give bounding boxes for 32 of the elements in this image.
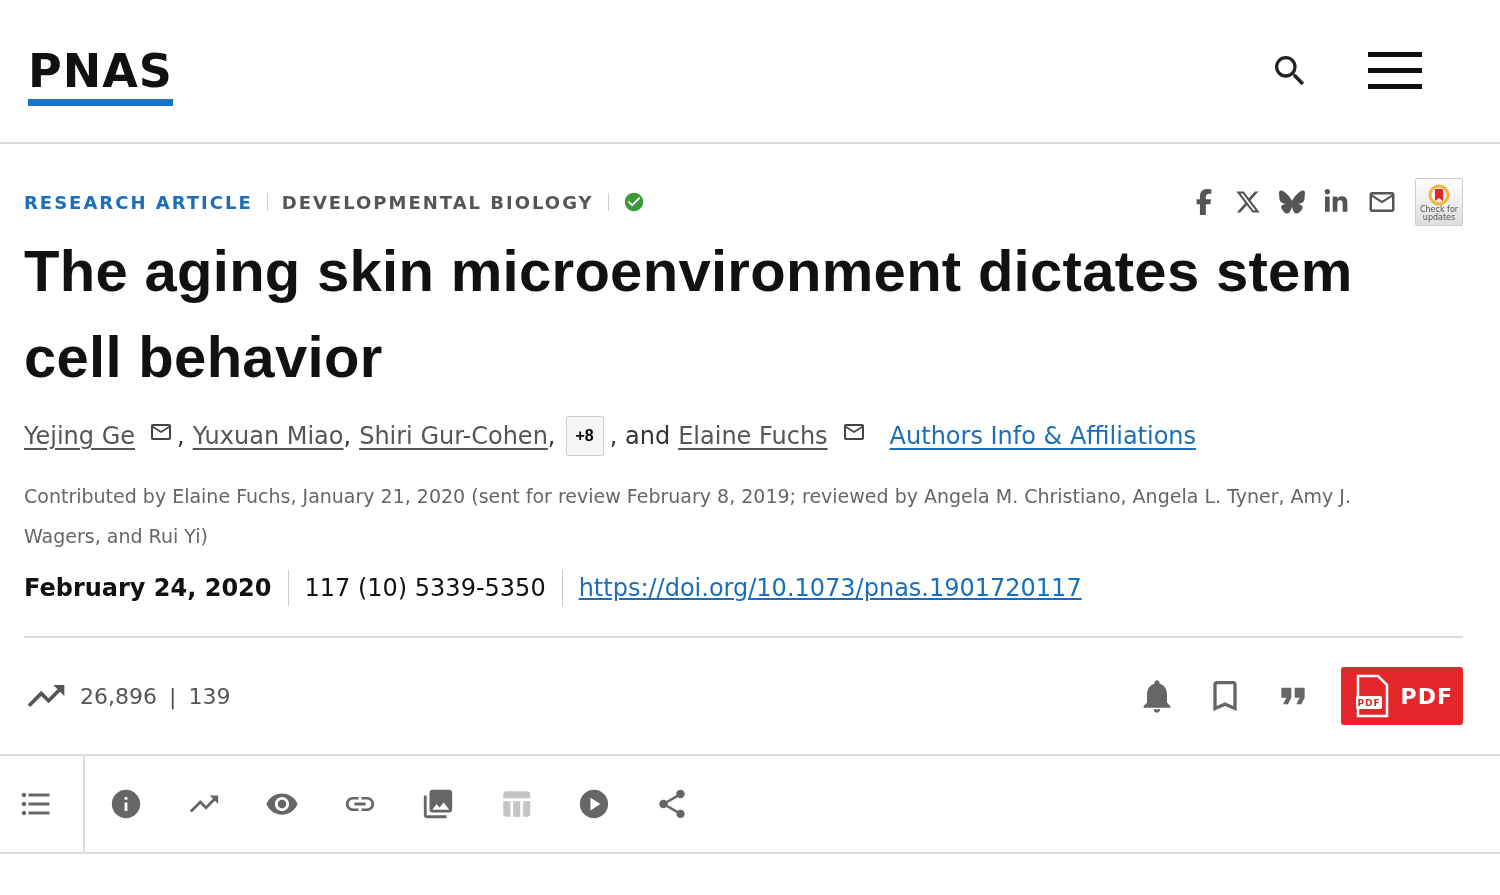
affiliations-link[interactable]: Authors Info & Affiliations: [889, 422, 1197, 450]
conjunction-text: , and: [609, 422, 671, 450]
author-link[interactable]: Elaine Fuchs: [678, 422, 828, 450]
x-icon[interactable]: [1235, 189, 1261, 215]
publication-date: February 24, 2020: [24, 573, 273, 604]
contribution-note: Contributed by Elaine Fuchs, January 21, 2020 (sent for review February 8, 2019; reviewed by Angela M. Christiano, Angela L. Tyner, Amy J. Wagers, and Rui Yi): [24, 484, 1352, 549]
images-icon[interactable]: [421, 787, 455, 821]
author-link[interactable]: Yuxuan Miao: [192, 422, 344, 450]
separator-text: |: [169, 683, 177, 709]
more-authors-button[interactable]: +8: [565, 416, 604, 456]
pdf-button[interactable]: PDF PDF: [1340, 667, 1463, 725]
author-link[interactable]: Shiri Gur-Cohen: [359, 422, 548, 450]
view-count: 26,896: [80, 683, 157, 709]
article-type-link[interactable]: RESEARCH ARTICLE: [24, 191, 253, 213]
article-title: The aging skin microenvironment dictates stem cell behavior: [24, 237, 1354, 391]
comma-separator: ,: [547, 422, 556, 450]
linkedin-icon[interactable]: [1323, 189, 1349, 215]
doi-link[interactable]: https://doi.org/10.1073/pnas.1901720117: [561, 570, 1098, 606]
comma-separator: ,: [177, 422, 185, 450]
menu-icon[interactable]: [1368, 52, 1422, 90]
bluesky-icon[interactable]: [1279, 189, 1305, 215]
citation-text: 117 (10) 5339-5350: [287, 570, 562, 606]
pnas-logo[interactable]: PNAS: [28, 44, 173, 106]
play-icon[interactable]: [577, 787, 611, 821]
citation-count: 139: [188, 683, 231, 709]
ribbon-icon: [1428, 184, 1450, 206]
info-icon[interactable]: [109, 787, 143, 821]
pdf-file-icon: PDF: [1354, 674, 1389, 718]
updates-badge[interactable]: Check for updates: [1415, 178, 1463, 226]
comma-separator: ,: [343, 422, 352, 450]
author-link[interactable]: Yejing Ge: [24, 422, 135, 450]
subject-link[interactable]: DEVELOPMENTAL BIOLOGY: [281, 191, 594, 213]
